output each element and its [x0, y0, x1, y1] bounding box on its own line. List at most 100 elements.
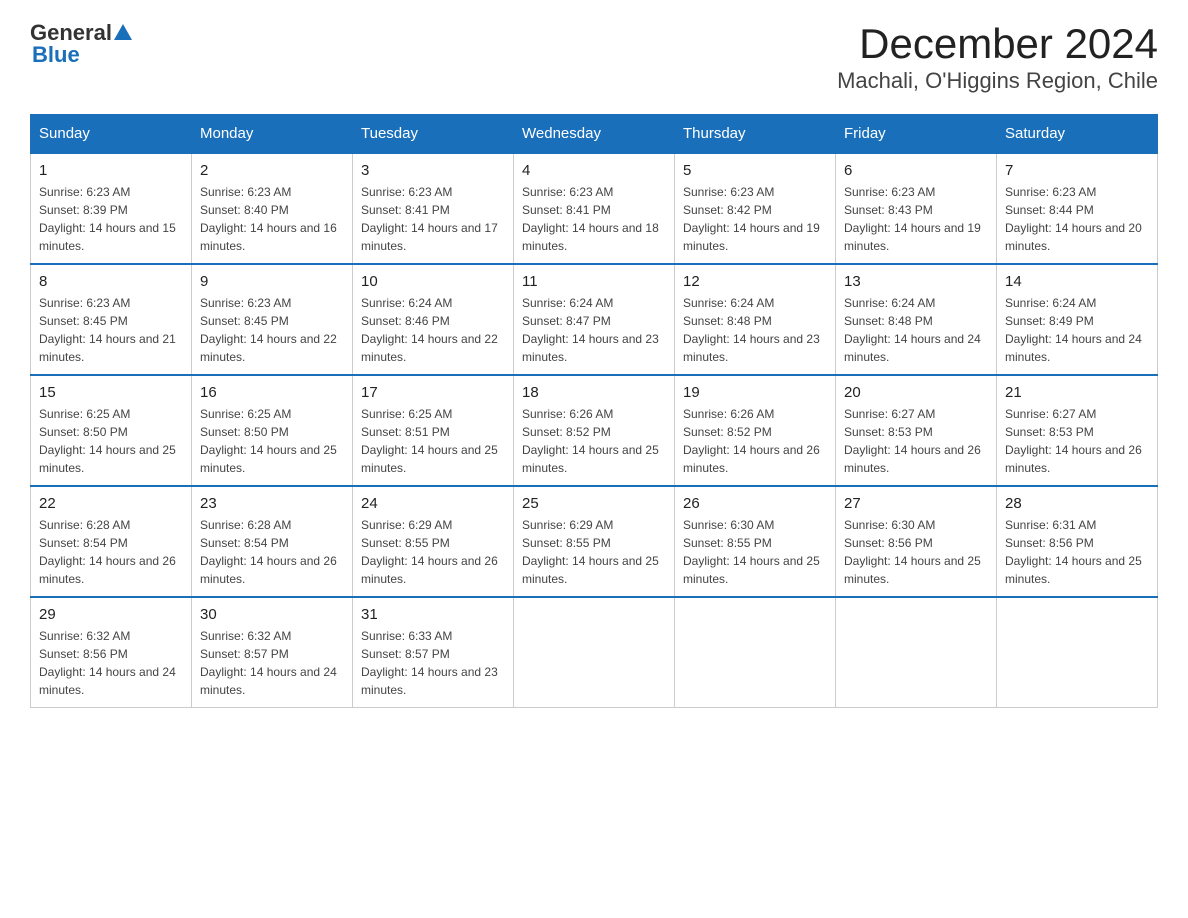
day-number: 1: [39, 162, 183, 179]
day-info: Sunrise: 6:23 AMSunset: 8:39 PMDaylight:…: [39, 183, 183, 255]
calendar-day-cell: 1 Sunrise: 6:23 AMSunset: 8:39 PMDaylight…: [31, 153, 192, 264]
day-number: 30: [200, 606, 344, 623]
day-info: Sunrise: 6:23 AMSunset: 8:44 PMDaylight:…: [1005, 183, 1149, 255]
page-header: General Blue December 2024 Machali, O'Hi…: [30, 20, 1158, 94]
calendar-day-cell: 10 Sunrise: 6:24 AMSunset: 8:46 PMDayligh…: [353, 264, 514, 375]
calendar-day-cell: [675, 597, 836, 708]
calendar-day-cell: 23 Sunrise: 6:28 AMSunset: 8:54 PMDayligh…: [192, 486, 353, 597]
calendar-day-cell: 4Sunrise: 6:23 AMSunset: 8:41 PMDaylight…: [514, 153, 675, 264]
day-info: Sunrise: 6:31 AMSunset: 8:56 PMDaylight:…: [1005, 516, 1149, 588]
calendar-day-header: Thursday: [675, 115, 836, 154]
day-number: 2: [200, 162, 344, 179]
day-info: Sunrise: 6:30 AMSunset: 8:56 PMDaylight:…: [844, 516, 988, 588]
calendar-day-cell: 5 Sunrise: 6:23 AMSunset: 8:42 PMDaylight…: [675, 153, 836, 264]
calendar-day-cell: [997, 597, 1158, 708]
calendar-day-cell: 9 Sunrise: 6:23 AMSunset: 8:45 PMDaylight…: [192, 264, 353, 375]
day-info: Sunrise: 6:28 AMSunset: 8:54 PMDaylight:…: [200, 516, 344, 588]
day-number: 31: [361, 606, 505, 623]
calendar-day-cell: 24 Sunrise: 6:29 AMSunset: 8:55 PMDayligh…: [353, 486, 514, 597]
calendar-day-header: Wednesday: [514, 115, 675, 154]
title-section: December 2024 Machali, O'Higgins Region,…: [837, 20, 1158, 94]
calendar-day-cell: 18Sunrise: 6:26 AMSunset: 8:52 PMDayligh…: [514, 375, 675, 486]
calendar-day-cell: 25Sunrise: 6:29 AMSunset: 8:55 PMDayligh…: [514, 486, 675, 597]
day-info: Sunrise: 6:26 AMSunset: 8:52 PMDaylight:…: [683, 405, 827, 477]
day-info: Sunrise: 6:32 AMSunset: 8:56 PMDaylight:…: [39, 627, 183, 699]
day-info: Sunrise: 6:33 AMSunset: 8:57 PMDaylight:…: [361, 627, 505, 699]
calendar-day-cell: 11 Sunrise: 6:24 AMSunset: 8:47 PMDayligh…: [514, 264, 675, 375]
day-info: Sunrise: 6:24 AMSunset: 8:47 PMDaylight:…: [522, 294, 666, 366]
day-number: 27: [844, 495, 988, 512]
day-number: 16: [200, 384, 344, 401]
day-info: Sunrise: 6:23 AMSunset: 8:45 PMDaylight:…: [200, 294, 344, 366]
day-info: Sunrise: 6:23 AMSunset: 8:43 PMDaylight:…: [844, 183, 988, 255]
day-info: Sunrise: 6:25 AMSunset: 8:50 PMDaylight:…: [200, 405, 344, 477]
calendar-day-cell: 8Sunrise: 6:23 AMSunset: 8:45 PMDaylight…: [31, 264, 192, 375]
day-number: 5: [683, 162, 827, 179]
calendar-day-cell: 17Sunrise: 6:25 AMSunset: 8:51 PMDayligh…: [353, 375, 514, 486]
day-info: Sunrise: 6:25 AMSunset: 8:51 PMDaylight:…: [361, 405, 505, 477]
day-number: 21: [1005, 384, 1149, 401]
day-info: Sunrise: 6:23 AMSunset: 8:42 PMDaylight:…: [683, 183, 827, 255]
calendar-day-cell: 6Sunrise: 6:23 AMSunset: 8:43 PMDaylight…: [836, 153, 997, 264]
day-info: Sunrise: 6:23 AMSunset: 8:41 PMDaylight:…: [361, 183, 505, 255]
day-number: 29: [39, 606, 183, 623]
day-number: 24: [361, 495, 505, 512]
page-subtitle: Machali, O'Higgins Region, Chile: [837, 68, 1158, 94]
calendar-week-row: 29 Sunrise: 6:32 AMSunset: 8:56 PMDayligh…: [31, 597, 1158, 708]
day-info: Sunrise: 6:28 AMSunset: 8:54 PMDaylight:…: [39, 516, 183, 588]
day-number: 12: [683, 273, 827, 290]
calendar-day-cell: 26 Sunrise: 6:30 AMSunset: 8:55 PMDayligh…: [675, 486, 836, 597]
page-title: December 2024: [837, 20, 1158, 68]
calendar-day-cell: 3 Sunrise: 6:23 AMSunset: 8:41 PMDaylight…: [353, 153, 514, 264]
logo-icon: [112, 22, 134, 44]
calendar-day-cell: 30 Sunrise: 6:32 AMSunset: 8:57 PMDayligh…: [192, 597, 353, 708]
calendar-day-cell: 2 Sunrise: 6:23 AMSunset: 8:40 PMDaylight…: [192, 153, 353, 264]
day-number: 10: [361, 273, 505, 290]
day-info: Sunrise: 6:24 AMSunset: 8:46 PMDaylight:…: [361, 294, 505, 366]
day-info: Sunrise: 6:32 AMSunset: 8:57 PMDaylight:…: [200, 627, 344, 699]
calendar-day-cell: [836, 597, 997, 708]
day-number: 22: [39, 495, 183, 512]
day-info: Sunrise: 6:30 AMSunset: 8:55 PMDaylight:…: [683, 516, 827, 588]
calendar-day-cell: 12 Sunrise: 6:24 AMSunset: 8:48 PMDayligh…: [675, 264, 836, 375]
day-number: 3: [361, 162, 505, 179]
calendar-day-cell: 7Sunrise: 6:23 AMSunset: 8:44 PMDaylight…: [997, 153, 1158, 264]
day-number: 23: [200, 495, 344, 512]
calendar-day-cell: 14Sunrise: 6:24 AMSunset: 8:49 PMDayligh…: [997, 264, 1158, 375]
calendar-day-cell: 19 Sunrise: 6:26 AMSunset: 8:52 PMDayligh…: [675, 375, 836, 486]
day-info: Sunrise: 6:24 AMSunset: 8:48 PMDaylight:…: [683, 294, 827, 366]
logo: General Blue: [30, 20, 134, 68]
day-number: 13: [844, 273, 988, 290]
day-number: 14: [1005, 273, 1149, 290]
day-number: 18: [522, 384, 666, 401]
day-number: 8: [39, 273, 183, 290]
calendar-day-header: Friday: [836, 115, 997, 154]
logo-blue-text: Blue: [32, 42, 80, 68]
calendar-header-row: SundayMondayTuesdayWednesdayThursdayFrid…: [31, 115, 1158, 154]
day-info: Sunrise: 6:25 AMSunset: 8:50 PMDaylight:…: [39, 405, 183, 477]
day-number: 28: [1005, 495, 1149, 512]
day-number: 11: [522, 273, 666, 290]
calendar-day-header: Saturday: [997, 115, 1158, 154]
calendar-day-cell: 22 Sunrise: 6:28 AMSunset: 8:54 PMDayligh…: [31, 486, 192, 597]
day-info: Sunrise: 6:29 AMSunset: 8:55 PMDaylight:…: [361, 516, 505, 588]
day-number: 4: [522, 162, 666, 179]
day-info: Sunrise: 6:24 AMSunset: 8:48 PMDaylight:…: [844, 294, 988, 366]
day-number: 19: [683, 384, 827, 401]
day-info: Sunrise: 6:23 AMSunset: 8:40 PMDaylight:…: [200, 183, 344, 255]
calendar-day-cell: 16 Sunrise: 6:25 AMSunset: 8:50 PMDayligh…: [192, 375, 353, 486]
day-info: Sunrise: 6:27 AMSunset: 8:53 PMDaylight:…: [844, 405, 988, 477]
calendar-day-header: Monday: [192, 115, 353, 154]
calendar-week-row: 1 Sunrise: 6:23 AMSunset: 8:39 PMDaylight…: [31, 153, 1158, 264]
day-number: 25: [522, 495, 666, 512]
day-number: 26: [683, 495, 827, 512]
calendar-day-cell: 29 Sunrise: 6:32 AMSunset: 8:56 PMDayligh…: [31, 597, 192, 708]
day-number: 9: [200, 273, 344, 290]
calendar-day-cell: 31 Sunrise: 6:33 AMSunset: 8:57 PMDayligh…: [353, 597, 514, 708]
calendar-week-row: 22 Sunrise: 6:28 AMSunset: 8:54 PMDayligh…: [31, 486, 1158, 597]
day-number: 15: [39, 384, 183, 401]
calendar-day-header: Tuesday: [353, 115, 514, 154]
day-info: Sunrise: 6:27 AMSunset: 8:53 PMDaylight:…: [1005, 405, 1149, 477]
calendar-day-cell: [514, 597, 675, 708]
calendar-day-cell: 27 Sunrise: 6:30 AMSunset: 8:56 PMDayligh…: [836, 486, 997, 597]
